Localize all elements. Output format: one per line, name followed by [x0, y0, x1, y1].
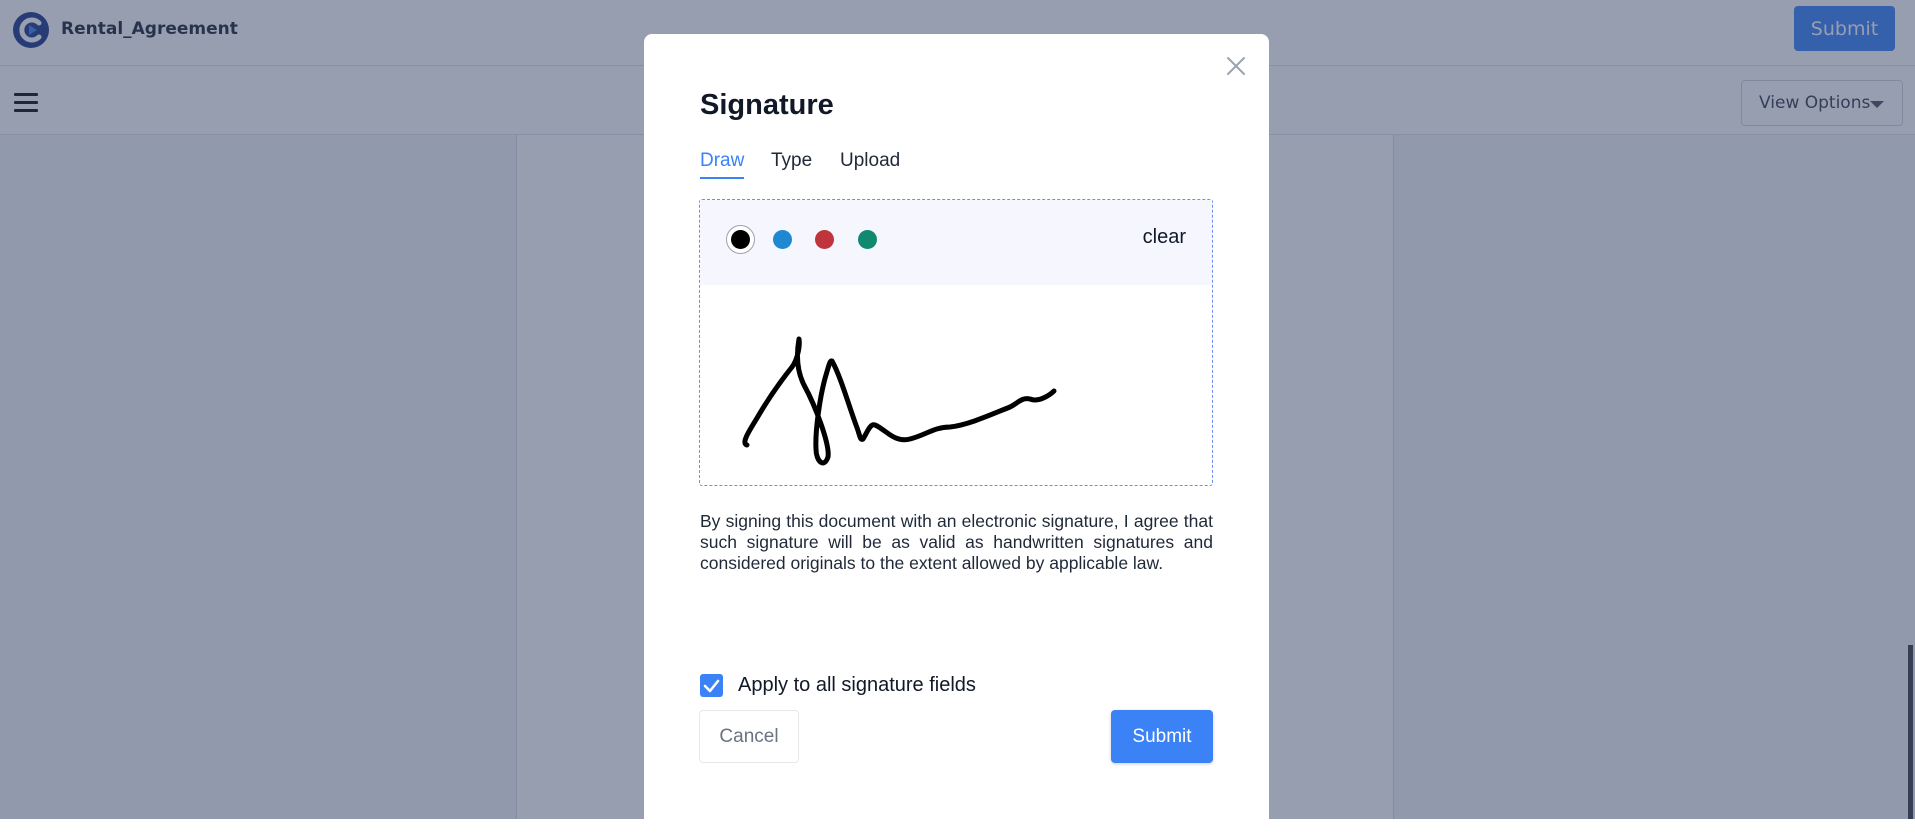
color-swatch-blue[interactable] [773, 230, 792, 249]
apply-all-checkbox[interactable] [700, 673, 723, 697]
signature-pad: clear [699, 199, 1213, 486]
color-swatch-red[interactable] [815, 230, 834, 249]
tab-type[interactable]: Type [771, 148, 812, 174]
app-window: Rental_Agreement Submit View Options Sig… [0, 0, 1915, 834]
color-swatch-black[interactable] [731, 230, 750, 249]
color-swatch-green[interactable] [858, 230, 877, 249]
close-icon[interactable] [1224, 54, 1248, 78]
dialog-submit-button[interactable]: Submit [1111, 710, 1213, 763]
clear-signature-button[interactable]: clear [1143, 226, 1186, 249]
dialog-title: Signature [700, 89, 834, 121]
signature-stroke [742, 336, 1057, 466]
signature-drawing-canvas[interactable] [700, 285, 1212, 485]
signature-pad-toolbar: clear [700, 200, 1212, 285]
apply-all-row[interactable]: Apply to all signature fields [700, 673, 976, 697]
tab-upload[interactable]: Upload [840, 148, 900, 174]
apply-all-label: Apply to all signature fields [738, 673, 976, 696]
tab-draw[interactable]: Draw [700, 148, 745, 179]
cancel-button[interactable]: Cancel [699, 710, 799, 763]
consent-text: By signing this document with an electro… [700, 511, 1213, 573]
checkmark-icon [703, 679, 720, 692]
